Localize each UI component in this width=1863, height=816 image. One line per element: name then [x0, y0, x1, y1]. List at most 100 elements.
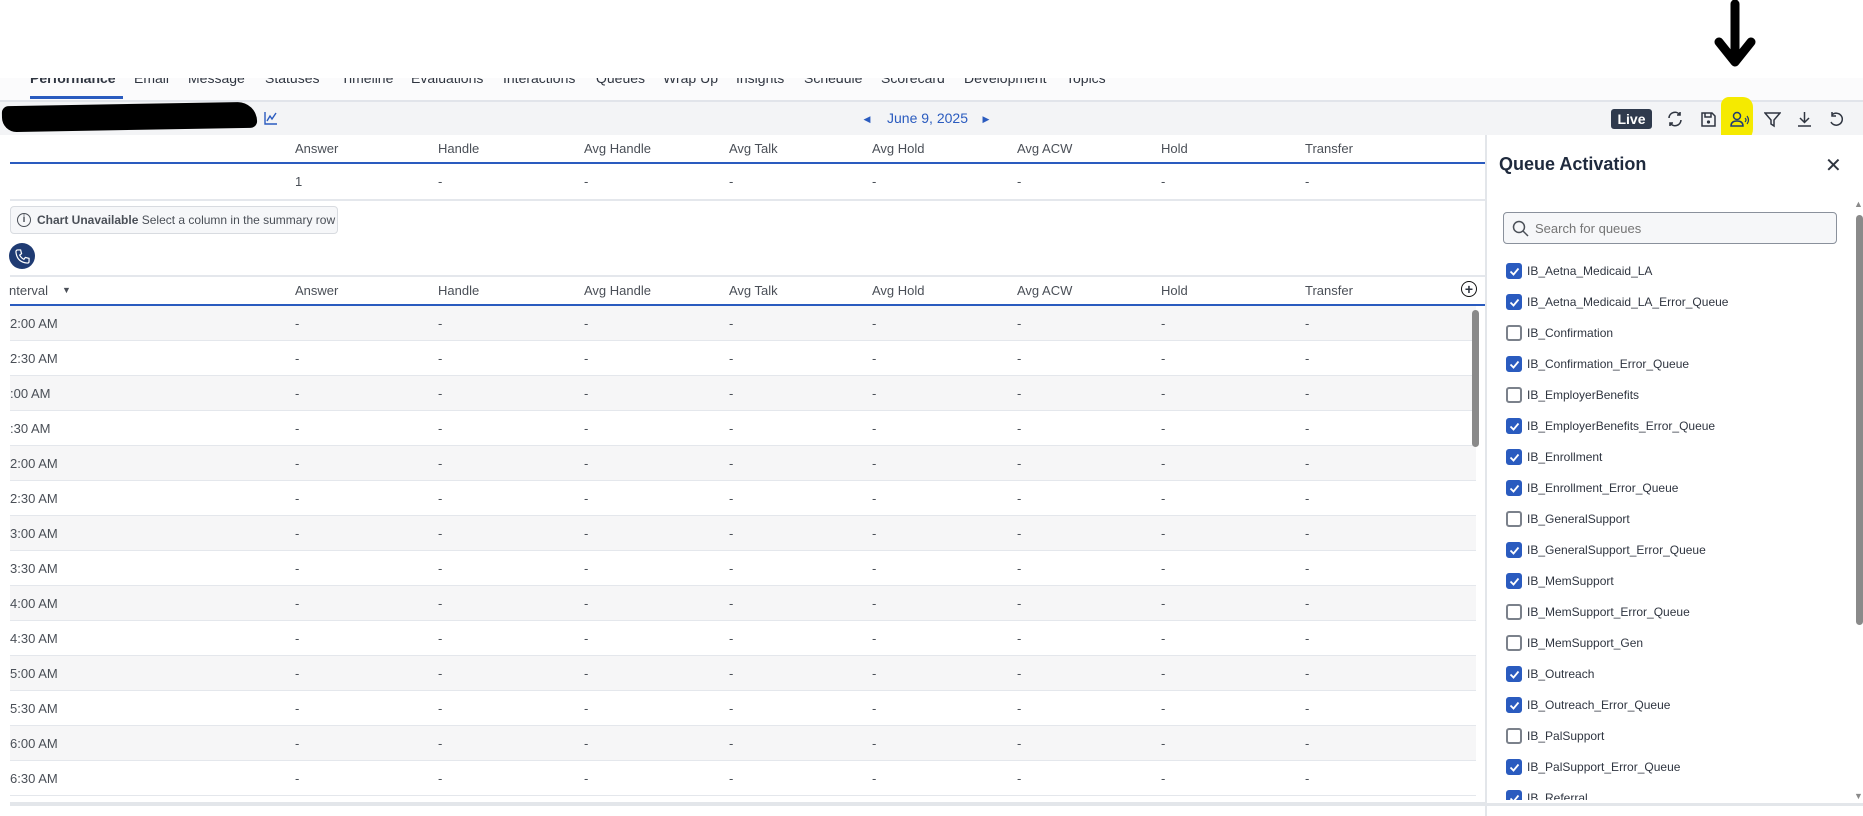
- tab-scorecard[interactable]: Scorecard: [881, 78, 945, 86]
- phone-media-icon[interactable]: [9, 243, 35, 269]
- download-icon[interactable]: [1794, 109, 1814, 129]
- summary-col-transfer[interactable]: Transfer: [1305, 141, 1353, 156]
- summary-cell[interactable]: -: [584, 174, 588, 189]
- reset-icon[interactable]: [1826, 109, 1846, 129]
- queue-item[interactable]: IB_Outreach_Error_Queue: [1506, 695, 1670, 715]
- interval-col-handle[interactable]: Handle: [438, 283, 479, 298]
- queue-item[interactable]: IB_Aetna_Medicaid_LA_Error_Queue: [1506, 292, 1728, 312]
- filter-icon[interactable]: [1762, 109, 1782, 129]
- queue-item[interactable]: IB_MemSupport_Error_Queue: [1506, 602, 1690, 622]
- table-row[interactable]: 2:30 AM - - - - - - - -: [10, 481, 1476, 516]
- refresh-icon[interactable]: [1665, 109, 1685, 129]
- tab-topics[interactable]: Topics: [1066, 78, 1106, 86]
- summary-cell[interactable]: -: [1161, 174, 1165, 189]
- tab-timeline[interactable]: Timeline: [341, 78, 393, 86]
- checkbox[interactable]: [1506, 387, 1522, 403]
- tab-queues[interactable]: Queues: [596, 78, 645, 86]
- date-next-icon[interactable]: ▶: [981, 113, 991, 125]
- table-row[interactable]: 2:30 AM - - - - - - - -: [10, 341, 1476, 376]
- interval-col-hold[interactable]: Hold: [1161, 283, 1188, 298]
- live-badge[interactable]: Live: [1611, 109, 1652, 129]
- checkbox[interactable]: [1506, 511, 1522, 527]
- queue-item[interactable]: IB_GeneralSupport_Error_Queue: [1506, 540, 1706, 560]
- save-icon[interactable]: [1698, 109, 1718, 129]
- queue-item[interactable]: IB_MemSupport_Gen: [1506, 633, 1643, 653]
- tab-statuses[interactable]: Statuses: [265, 78, 319, 86]
- interval-col-answer[interactable]: Answer: [295, 283, 338, 298]
- interval-col-avg-handle[interactable]: Avg Handle: [584, 283, 651, 298]
- summary-cell[interactable]: -: [438, 174, 442, 189]
- queue-item[interactable]: IB_EmployerBenefits_Error_Queue: [1506, 416, 1715, 436]
- chart-line-icon[interactable]: [262, 109, 280, 127]
- tab-interactions[interactable]: Interactions: [503, 78, 575, 86]
- table-row[interactable]: 2:00 AM - - - - - - - -: [10, 306, 1476, 341]
- interval-col-header[interactable]: nterval: [9, 283, 48, 298]
- table-row[interactable]: 6:30 AM - - - - - - - -: [10, 761, 1476, 796]
- scroll-up-icon[interactable]: ▲: [1854, 199, 1863, 209]
- checkbox[interactable]: [1506, 666, 1522, 682]
- queue-item[interactable]: IB_EmployerBenefits: [1506, 385, 1639, 405]
- checkbox[interactable]: [1506, 325, 1522, 341]
- summary-col-avg-handle[interactable]: Avg Handle: [584, 141, 651, 156]
- checkbox[interactable]: [1506, 573, 1522, 589]
- tab-schedule[interactable]: Schedule: [804, 78, 862, 86]
- summary-col-handle[interactable]: Handle: [438, 141, 479, 156]
- summary-cell[interactable]: -: [729, 174, 733, 189]
- tab-performance[interactable]: Performance: [30, 78, 116, 86]
- queue-item[interactable]: IB_MemSupport: [1506, 571, 1614, 591]
- summary-cell[interactable]: -: [1305, 174, 1309, 189]
- checkbox[interactable]: [1506, 759, 1522, 775]
- summary-col-hold[interactable]: Hold: [1161, 141, 1188, 156]
- checkbox[interactable]: [1506, 728, 1522, 744]
- queue-item[interactable]: IB_Referral: [1506, 788, 1588, 800]
- tab-development[interactable]: Development: [964, 78, 1047, 86]
- scroll-down-icon[interactable]: ▼: [1854, 791, 1863, 801]
- table-row[interactable]: 3:00 AM - - - - - - - -: [10, 516, 1476, 551]
- checkbox[interactable]: [1506, 263, 1522, 279]
- queue-activation-icon[interactable]: [1729, 109, 1751, 129]
- checkbox[interactable]: [1506, 356, 1522, 372]
- interval-col-avg-acw[interactable]: Avg ACW: [1017, 283, 1072, 298]
- table-row[interactable]: 2:00 AM - - - - - - - -: [10, 446, 1476, 481]
- summary-col-avg-acw[interactable]: Avg ACW: [1017, 141, 1072, 156]
- queue-item[interactable]: IB_Confirmation: [1506, 323, 1613, 343]
- checkbox[interactable]: [1506, 697, 1522, 713]
- queue-item[interactable]: IB_Enrollment_Error_Queue: [1506, 478, 1678, 498]
- tab-insights[interactable]: Insights: [736, 78, 784, 86]
- queue-item[interactable]: IB_GeneralSupport: [1506, 509, 1630, 529]
- panel-scrollbar[interactable]: [1856, 215, 1863, 625]
- checkbox[interactable]: [1506, 542, 1522, 558]
- checkbox[interactable]: [1506, 480, 1522, 496]
- table-row[interactable]: :00 AM - - - - - - - -: [10, 376, 1476, 411]
- summary-col-answer[interactable]: Answer: [295, 141, 338, 156]
- tab-message[interactable]: Message: [188, 78, 245, 86]
- queue-item[interactable]: IB_Outreach: [1506, 664, 1594, 684]
- interval-col-transfer[interactable]: Transfer: [1305, 283, 1353, 298]
- date-label[interactable]: June 9, 2025: [860, 110, 995, 126]
- table-row[interactable]: 6:00 AM - - - - - - - -: [10, 726, 1476, 761]
- summary-cell[interactable]: -: [872, 174, 876, 189]
- queue-item[interactable]: IB_PalSupport: [1506, 726, 1604, 746]
- table-row[interactable]: 5:30 AM - - - - - - - -: [10, 691, 1476, 726]
- tab-evaluations[interactable]: Evaluations: [411, 78, 483, 86]
- queue-item[interactable]: IB_Confirmation_Error_Queue: [1506, 354, 1689, 374]
- checkbox[interactable]: [1506, 604, 1522, 620]
- queue-item[interactable]: IB_PalSupport_Error_Queue: [1506, 757, 1680, 777]
- table-row[interactable]: 4:30 AM - - - - - - - -: [10, 621, 1476, 656]
- interval-col-avg-hold[interactable]: Avg Hold: [872, 283, 925, 298]
- table-scrollbar[interactable]: [1472, 310, 1479, 447]
- summary-cell[interactable]: 1: [295, 174, 302, 189]
- add-column-icon[interactable]: +: [1461, 281, 1477, 297]
- table-horizontal-scrollbar[interactable]: [10, 802, 1485, 806]
- sort-desc-icon[interactable]: ▼: [62, 285, 71, 295]
- checkbox[interactable]: [1506, 449, 1522, 465]
- table-row[interactable]: :30 AM - - - - - - - -: [10, 411, 1476, 446]
- tab-email[interactable]: Email: [134, 78, 169, 86]
- summary-col-avg-talk[interactable]: Avg Talk: [729, 141, 778, 156]
- summary-cell[interactable]: -: [1017, 174, 1021, 189]
- table-row[interactable]: 4:00 AM - - - - - - - -: [10, 586, 1476, 621]
- table-row[interactable]: 5:00 AM - - - - - - - -: [10, 656, 1476, 691]
- summary-col-avg-hold[interactable]: Avg Hold: [872, 141, 925, 156]
- checkbox[interactable]: [1506, 294, 1522, 310]
- queue-item[interactable]: IB_Enrollment: [1506, 447, 1602, 467]
